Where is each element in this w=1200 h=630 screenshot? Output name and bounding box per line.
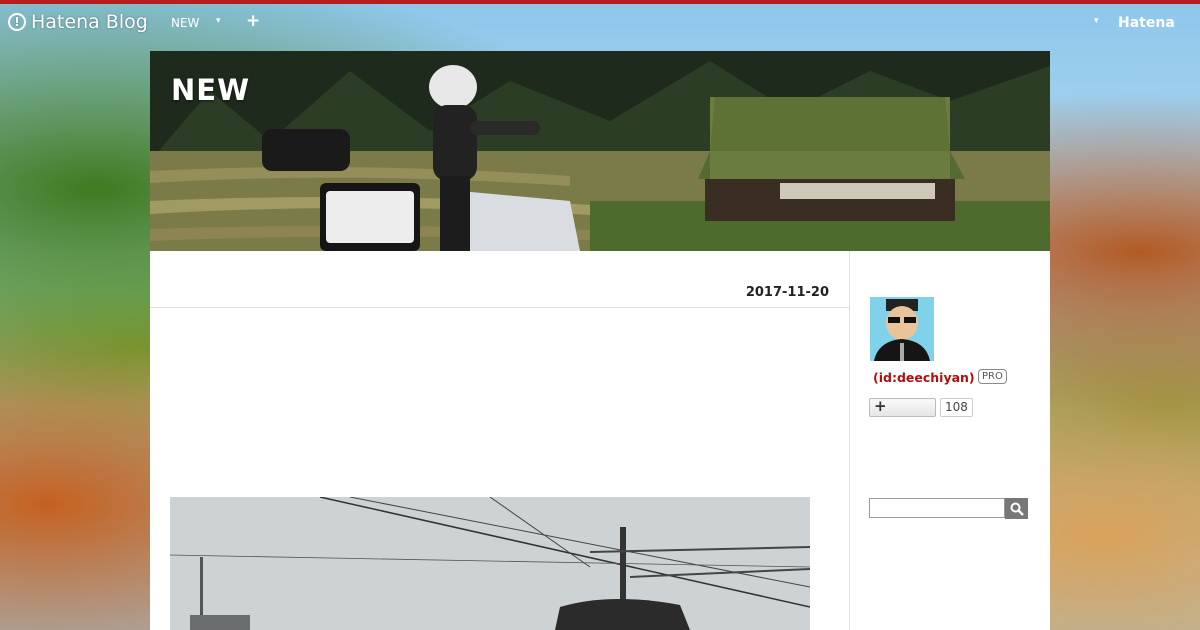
main-column: 2017-11-20: [150, 251, 850, 630]
blog-name-link[interactable]: NEW: [171, 16, 199, 30]
user-id-link[interactable]: (id:deechiyan): [873, 370, 975, 385]
follow-button[interactable]: +: [869, 397, 936, 417]
header-image: [150, 51, 1050, 251]
sidebar: (id:deechiyan) PRO + 108: [850, 251, 1050, 630]
plus-icon: +: [874, 397, 887, 415]
logo-text: Hatena Blog: [31, 11, 148, 33]
entry-date[interactable]: 2017-11-20: [746, 285, 829, 300]
hatena-blog-logo[interactable]: ! Hatena Blog: [8, 11, 148, 33]
avatar[interactable]: [870, 297, 934, 361]
caret-down-icon[interactable]: ▾: [1094, 16, 1099, 26]
search-icon: [1010, 502, 1024, 516]
content-area: 2017-11-20 (id:deechiyan) PRO + 108: [150, 251, 1050, 630]
pro-badge: PRO: [978, 369, 1007, 384]
global-header: ! Hatena Blog NEW ▾ + ▾ Hatena: [0, 4, 1200, 42]
plus-icon[interactable]: +: [246, 11, 260, 31]
search-button[interactable]: [1005, 498, 1028, 519]
blog-header: NEW: [150, 51, 1050, 251]
entry-photo: [170, 497, 810, 630]
hatena-link[interactable]: Hatena: [1118, 15, 1175, 31]
search-input[interactable]: [869, 498, 1005, 518]
follower-count[interactable]: 108: [940, 398, 973, 417]
blog-title[interactable]: NEW: [171, 73, 250, 107]
hatena-logo-icon: !: [8, 13, 26, 31]
caret-down-icon[interactable]: ▾: [216, 16, 221, 26]
entry-date-row: 2017-11-20: [150, 251, 849, 308]
